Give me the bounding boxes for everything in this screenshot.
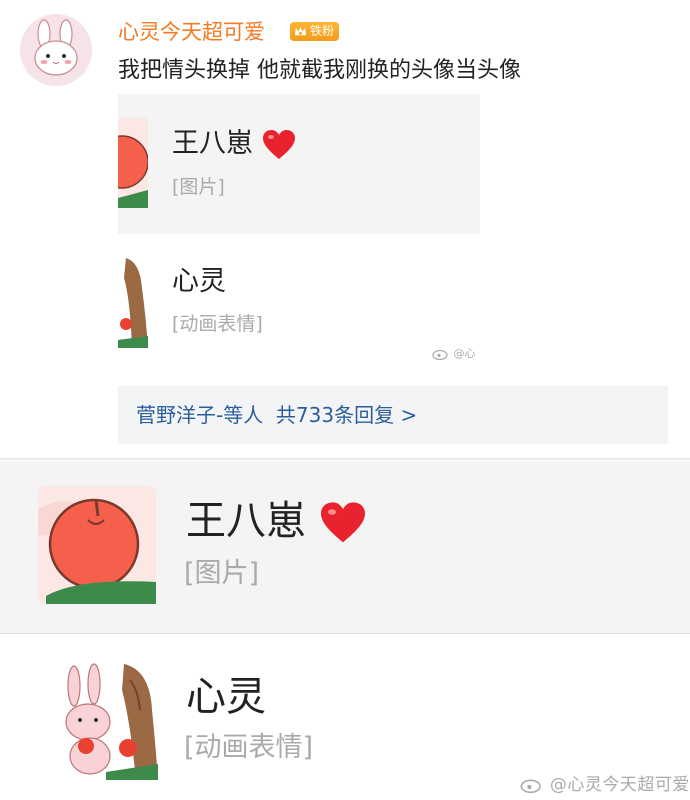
apple-avatar-icon <box>118 118 148 208</box>
bunny-avatar-icon <box>20 14 92 86</box>
bunny-apple-avatar-icon <box>60 660 158 780</box>
comment-text: 我把情头换掉 他就截我刚换的头像当头像 <box>118 58 521 83</box>
watermark-large: @心灵今天超可爱 <box>520 770 690 795</box>
chat-sender-name-large-1: 王八崽 <box>186 498 367 545</box>
chat-separator <box>0 633 690 634</box>
bunny-avatar-large <box>60 660 158 780</box>
reply-summary-link[interactable]: 菅野洋子-等人 共733条回复 > <box>136 402 417 428</box>
comment-username[interactable]: 心灵今天超可爱 <box>118 20 265 44</box>
fan-badge-label: 铁粉 <box>310 24 335 38</box>
weibo-logo-icon <box>520 779 541 794</box>
fan-badge[interactable]: 铁粉 <box>290 22 340 41</box>
apple-avatar-small <box>118 118 148 208</box>
bunny-avatar-small <box>118 258 148 348</box>
chat-message-card-small-1 <box>118 94 480 234</box>
fan-badge-crown-icon <box>294 26 307 36</box>
chat-sender-name-2: 心灵 <box>172 266 226 297</box>
heart-icon <box>262 129 295 159</box>
weibo-logo-icon <box>432 349 448 361</box>
chat-sender-name-large-2: 心灵 <box>186 674 266 720</box>
heart-icon <box>320 502 365 543</box>
user-avatar[interactable] <box>20 14 92 86</box>
bunny-apple-avatar-icon <box>118 258 148 348</box>
chat-message-content-large-2: [动画表情] <box>184 732 314 763</box>
chat-message-content-1: [图片] <box>172 176 225 198</box>
chat-message-card-small-2 <box>118 240 480 360</box>
watermark-small: @心 <box>432 345 476 361</box>
apple-avatar-icon <box>38 486 156 604</box>
chat-sender-name-1: 王八崽 <box>172 128 296 161</box>
apple-avatar-large <box>38 486 156 604</box>
chat-message-content-large-1: [图片] <box>184 558 260 589</box>
section-divider <box>0 458 690 460</box>
chat-message-content-2: [动画表情] <box>172 313 263 335</box>
